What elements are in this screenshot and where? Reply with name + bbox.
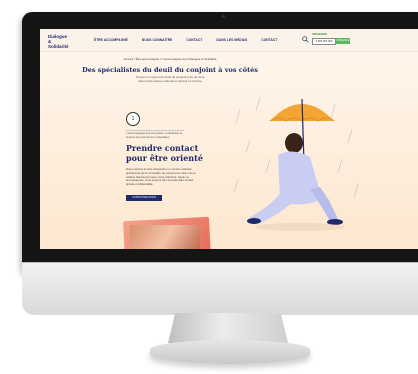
nav-item-accompagne[interactable]: ÊTRE ACCOMPAGNÉ [94, 38, 128, 42]
portrait-photo [130, 225, 200, 249]
section-title: Prendre contact pour être orienté [126, 143, 203, 163]
page-title: Des spécialistes du deuil du conjoint à … [82, 66, 258, 74]
person-leg-2 [310, 187, 338, 221]
monitor-base [150, 340, 310, 364]
umbrella-person-illustration [233, 96, 359, 231]
monitor-stand [168, 313, 288, 343]
phone-number[interactable]: 0 800 000 000 [312, 38, 336, 45]
person-head [285, 133, 303, 153]
step-number-badge: 1 [126, 112, 140, 126]
monitor-chin [22, 262, 418, 315]
info-note: L'accompagnement est gratuit, confidenti… [126, 131, 183, 139]
page-subtitle: Trouvez un expert du deuil du conjoint p… [135, 75, 205, 83]
nav-item-nous-connaitre[interactable]: NOUS CONNAÎTRE [142, 38, 172, 42]
person-shoe [247, 218, 261, 224]
breadcrumb[interactable]: Accueil / Être accompagné / L'accompagne… [40, 57, 300, 61]
search-icon[interactable] [302, 36, 309, 43]
logo-line-2: & Solidarité [48, 39, 69, 49]
website-screen: Dialogue & Solidarité ÊTRE ACCOMPAGNÉ NO… [40, 29, 418, 249]
site-logo[interactable]: Dialogue & Solidarité [48, 34, 72, 49]
urgence-button[interactable]: URGENCE [336, 38, 350, 44]
person-leg [250, 189, 296, 223]
site-header: Dialogue & Solidarité ÊTRE ACCOMPAGNÉ NO… [40, 29, 418, 52]
section-body: Nous mettons à votre disposition un numé… [126, 167, 196, 187]
contact-cta-button[interactable]: CONTACTEZ-NOUS [126, 195, 162, 201]
nav-item-medias[interactable]: DANS LES MÉDIAS [216, 38, 247, 42]
main-nav: ÊTRE ACCOMPAGNÉ NOUS CONNAÎTRE CONTACT D… [94, 38, 277, 42]
webcam [222, 15, 225, 18]
nav-item-contact-2[interactable]: CONTACT [261, 38, 277, 42]
nav-item-contact[interactable]: CONTACT [186, 38, 202, 42]
ground-shadow [255, 223, 345, 231]
urgence-label: URGENCE [312, 32, 328, 36]
